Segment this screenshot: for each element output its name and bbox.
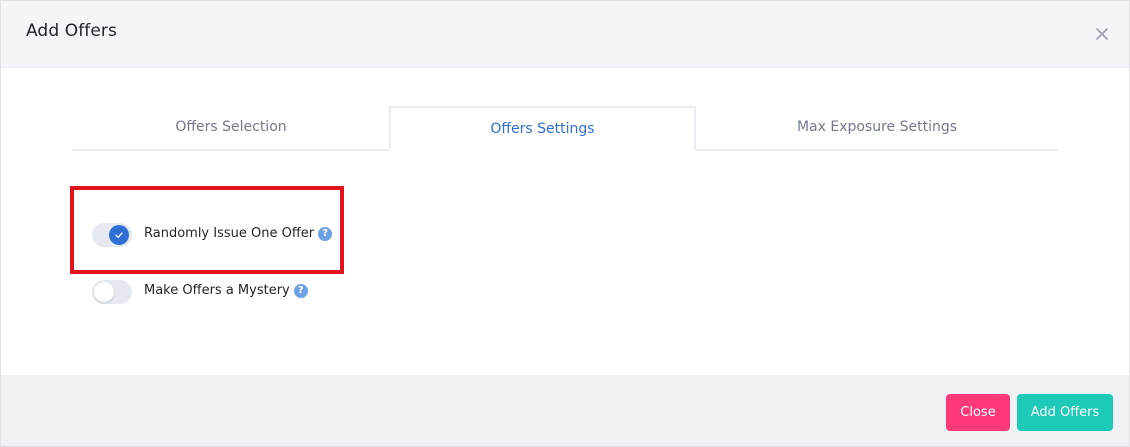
settings-tabs: Offers Selection Offers Settings Max Exp…	[73, 106, 1058, 151]
modal-header: Add Offers	[1, 1, 1129, 68]
question-circle-icon[interactable]: ?	[293, 284, 308, 298]
toggle-knob	[94, 282, 114, 302]
toggle-knob	[109, 225, 129, 245]
modal-footer: Close Add Offers	[1, 375, 1129, 446]
close-button[interactable]: Close	[946, 394, 1010, 431]
tab-offers-settings[interactable]: Offers Settings	[389, 106, 696, 151]
add-offers-button[interactable]: Add Offers	[1017, 394, 1113, 431]
check-icon	[115, 232, 123, 238]
tab-offers-selection[interactable]: Offers Selection	[73, 106, 389, 149]
setting-label-text: Randomly Issue One Offer	[144, 226, 315, 241]
tab-max-exposure-settings[interactable]: Max Exposure Settings	[696, 106, 1058, 149]
setting-label: Randomly Issue One Offer?	[144, 226, 333, 241]
randomly-issue-toggle[interactable]	[92, 223, 132, 247]
modal-title: Add Offers	[26, 21, 117, 41]
make-offers-mystery-toggle[interactable]	[92, 280, 132, 304]
question-circle-icon[interactable]: ?	[318, 227, 333, 241]
setting-label-text: Make Offers a Mystery	[144, 283, 290, 298]
add-offers-modal: Add Offers Offers Selection Offers Setti…	[0, 0, 1130, 447]
setting-label: Make Offers a Mystery?	[144, 283, 308, 298]
close-icon[interactable]	[1094, 26, 1110, 42]
